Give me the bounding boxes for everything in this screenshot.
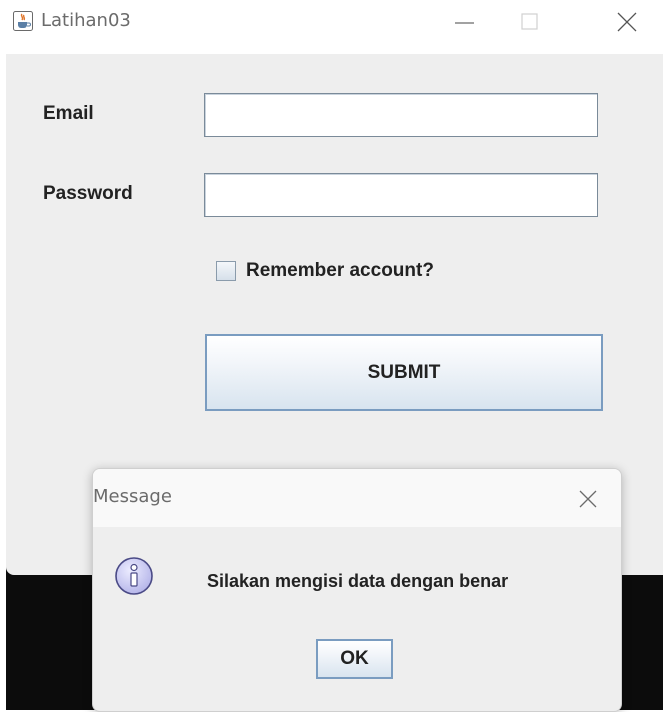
dialog-close-button[interactable] xyxy=(572,483,604,515)
minimize-button[interactable] xyxy=(438,0,492,46)
window-titlebar[interactable]: Latihan03 xyxy=(0,0,663,46)
password-field[interactable] xyxy=(204,173,598,217)
remember-checkbox-label[interactable]: Remember account? xyxy=(246,260,434,282)
maximize-button[interactable] xyxy=(503,0,557,46)
close-button[interactable] xyxy=(599,0,653,46)
dialog-message: Silakan mengisi data dengan benar xyxy=(207,571,509,591)
dialog-title: Message xyxy=(93,486,172,507)
message-dialog: Message Silakan mengisi data dengan bena… xyxy=(92,468,622,712)
close-icon xyxy=(579,490,597,508)
maximize-icon xyxy=(521,13,538,30)
info-icon xyxy=(114,556,154,596)
email-label: Email xyxy=(43,103,94,124)
submit-button[interactable]: SUBMIT xyxy=(205,334,603,411)
email-field[interactable] xyxy=(204,93,598,137)
remember-checkbox[interactable] xyxy=(216,261,236,281)
ok-button[interactable]: OK xyxy=(316,639,393,679)
window-title: Latihan03 xyxy=(41,10,131,31)
main-window: Latihan03 Email Password Remember accoun… xyxy=(0,0,663,712)
java-cup-icon xyxy=(13,11,33,31)
dialog-titlebar[interactable]: Message xyxy=(93,469,621,527)
close-icon xyxy=(617,12,637,32)
password-label: Password xyxy=(43,183,133,204)
